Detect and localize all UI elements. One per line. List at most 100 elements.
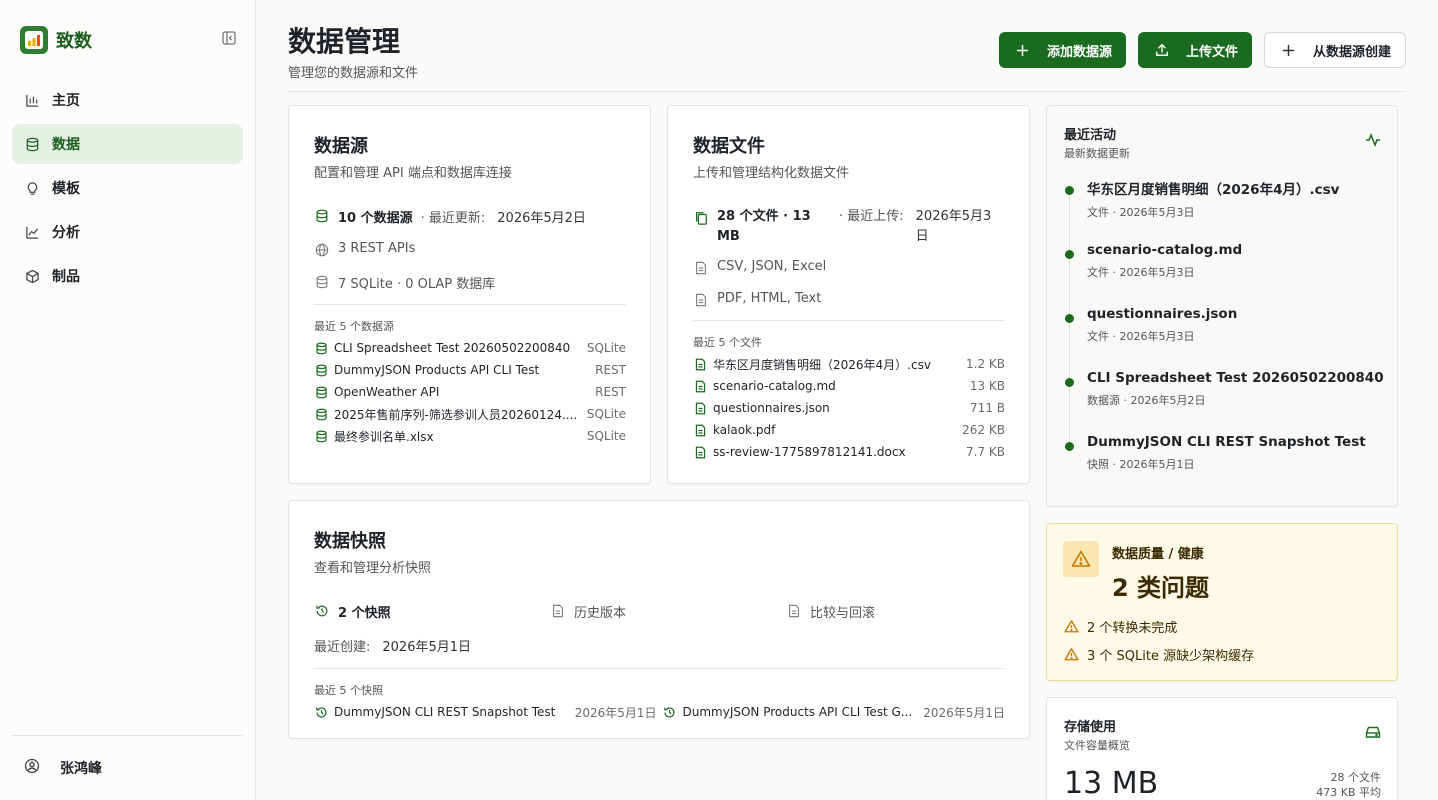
storage-total: 13 MB [1064,766,1159,800]
list-item[interactable]: scenario-catalog.md 13 KB [693,375,1005,397]
item-name[interactable]: 2025年售前序列-筛选参训人员20260124.... [334,406,579,423]
uploaded-value-line1: 2026年5月3 [915,209,992,224]
lightbulb-icon [24,180,40,196]
list-item[interactable]: ss-review-1775897812141.docx 7.7 KB [693,441,1005,463]
list-item[interactable]: DummyJSON CLI REST Snapshot Test 2026年5月1… [314,701,657,723]
sidebar-item-artifacts[interactable]: 制品 [12,256,243,296]
sidebar-item-label: 制品 [52,269,80,285]
file-icon [693,357,707,371]
file-icon [693,423,707,437]
sidebar-item-label: 主页 [52,93,80,109]
item-name[interactable]: scenario-catalog.md [713,379,962,393]
health-issue[interactable]: 3 个 SQLite 源缺少架构缓存 [1063,640,1381,668]
file-types-row: CSV, JSON, Excel [693,259,1005,276]
activity-timeline: 华东区月度销售明细（2026年4月）.csv 文件 · 2026年5月3日 scen… [1065,178,1384,498]
activity-item[interactable]: DummyJSON CLI REST Snapshot Test 快照 · 202… [1065,434,1381,498]
file-icon [693,445,707,459]
list-item[interactable]: CLI Spreadsheet Test 20260502200840 SQLit… [314,337,626,359]
divider [12,735,243,736]
sidebar-collapse-icon[interactable] [220,29,238,47]
activity-name: DummyJSON CLI REST Snapshot Test [1087,434,1366,450]
list-item[interactable]: 最终参训名单.xlsx SQLite [314,425,626,447]
item-name[interactable]: 最终参训名单.xlsx [334,428,579,445]
list-item[interactable]: OpenWeather API REST [314,381,626,403]
timeline-dot [1065,442,1074,451]
sidebar-item-label: 分析 [52,225,80,241]
add-data-source-button[interactable]: 添加数据源 [998,32,1126,68]
divider [314,304,626,305]
item-name[interactable]: DummyJSON CLI REST Snapshot Test [334,705,567,719]
recent-sources-list: CLI Spreadsheet Test 20260502200840 SQLit… [314,337,626,447]
list-item[interactable]: kalaok.pdf 262 KB [693,419,1005,441]
database-icon [314,363,328,377]
item-name[interactable]: 华东区月度销售明细（2026年4月）.csv [713,356,958,373]
list-item[interactable]: 华东区月度销售明细（2026年4月）.csv 1.2 KB [693,353,1005,375]
user-name: 张鸿峰 [60,761,102,777]
recent-sources-label: 最近 5 个数据源 [314,320,394,333]
card-title: 数据快照 [314,531,386,552]
data-snapshots-card[interactable]: 数据快照 查看和管理分析快照 2 个快照 历史版本 比较与回滚 最近创建: 20 [288,500,1030,739]
item-name[interactable]: DummyJSON Products API CLI Test G... [683,705,916,719]
rest-count-row: 3 REST APIs [314,241,626,258]
user-profile[interactable]: 张鸿峰 [24,756,102,780]
activity-meta: 文件 · 2026年5月3日 [1087,206,1195,219]
activity-item[interactable]: questionnaires.json 文件 · 2026年5月3日 [1065,306,1381,370]
sidebar-item-label: 模板 [52,181,80,197]
data-health-card[interactable]: 数据质量 / 健康 2 类问题 2 个转换未完成 3 个 SQLite 源缺少架… [1046,523,1398,681]
uploaded-label: · 最近上传: [839,209,904,224]
history-label: 历史版本 [574,606,627,621]
activity-item[interactable]: scenario-catalog.md 文件 · 2026年5月3日 [1065,242,1381,306]
storage-file-count: 28 个文件 [1330,771,1382,784]
item-meta: REST [595,385,626,399]
warning-icon [1063,541,1099,577]
activity-item[interactable]: CLI Spreadsheet Test 20260502200840 数据源 ·… [1065,370,1384,434]
data-files-card[interactable]: 数据文件 上传和管理结构化数据文件 28 个文件 · 13 MB · 最近上传: … [667,105,1030,484]
database-icon [314,385,328,399]
divider [314,668,1005,669]
list-item[interactable]: DummyJSON Products API CLI Test REST [314,359,626,381]
sidebar-item-data[interactable]: 数据 [12,124,243,164]
page-title: 数据管理 [288,25,401,58]
history-row[interactable]: 历史版本 [550,602,786,621]
history-icon [663,705,677,719]
item-name[interactable]: ss-review-1775897812141.docx [713,445,958,459]
item-name[interactable]: questionnaires.json [713,401,962,415]
list-item[interactable]: 2025年售前序列-筛选参训人员20260124.... SQLite [314,403,626,425]
file-types-1: CSV, JSON, Excel [717,259,827,274]
page-subtitle: 管理您的数据源和文件 [288,66,419,81]
data-sources-card[interactable]: 数据源 配置和管理 API 端点和数据库连接 10 个数据源 · 最近更新: 2… [288,105,651,484]
sidebar-item-analysis[interactable]: 分析 [12,212,243,252]
snapshot-created-row: 最近创建: 2026年5月1日 [314,636,1005,655]
card-subtitle: 最新数据更新 [1064,147,1130,160]
create-from-source-button[interactable]: 从数据源创建 [1263,32,1406,68]
upload-file-label: 上传文件 [1185,44,1238,60]
item-meta: 711 B [970,401,1005,415]
list-item[interactable]: questionnaires.json 711 B [693,397,1005,419]
upload-file-button[interactable]: 上传文件 [1137,32,1252,68]
plus-icon [1015,42,1031,58]
item-name[interactable]: CLI Spreadsheet Test 20260502200840 [334,341,579,355]
list-item[interactable]: DummyJSON Products API CLI Test G... 2026… [663,701,1005,723]
item-name[interactable]: OpenWeather API [334,385,587,399]
snapshot-count: 2 个快照 [338,606,391,621]
warning-icon [1063,646,1079,662]
item-name[interactable]: DummyJSON Products API CLI Test [334,363,587,377]
activity-item[interactable]: 华东区月度销售明细（2026年4月）.csv 文件 · 2026年5月3日 [1065,178,1381,242]
activity-name: scenario-catalog.md [1087,242,1243,258]
database-icon [314,208,330,224]
health-issue[interactable]: 2 个转换未完成 [1063,612,1381,640]
sidebar-item-templates[interactable]: 模板 [12,168,243,208]
recent-snapshots-list: DummyJSON CLI REST Snapshot Test 2026年5月1… [314,701,1005,723]
activity-name: CLI Spreadsheet Test 20260502200840 [1087,370,1384,386]
source-count-row: 10 个数据源 · 最近更新: 2026年5月2日 [314,207,626,226]
card-title: 数据文件 [693,136,765,157]
card-title: 数据源 [314,136,368,157]
file-icon [786,603,802,619]
sidebar-item-home[interactable]: 主页 [12,80,243,120]
created-value: 2026年5月1日 [382,640,472,655]
compare-row[interactable]: 比较与回滚 [786,602,875,621]
snapshot-count-row: 2 个快照 [314,602,550,621]
item-name[interactable]: kalaok.pdf [713,423,954,437]
file-count-line2: MB [717,229,740,244]
file-icon [693,292,709,308]
